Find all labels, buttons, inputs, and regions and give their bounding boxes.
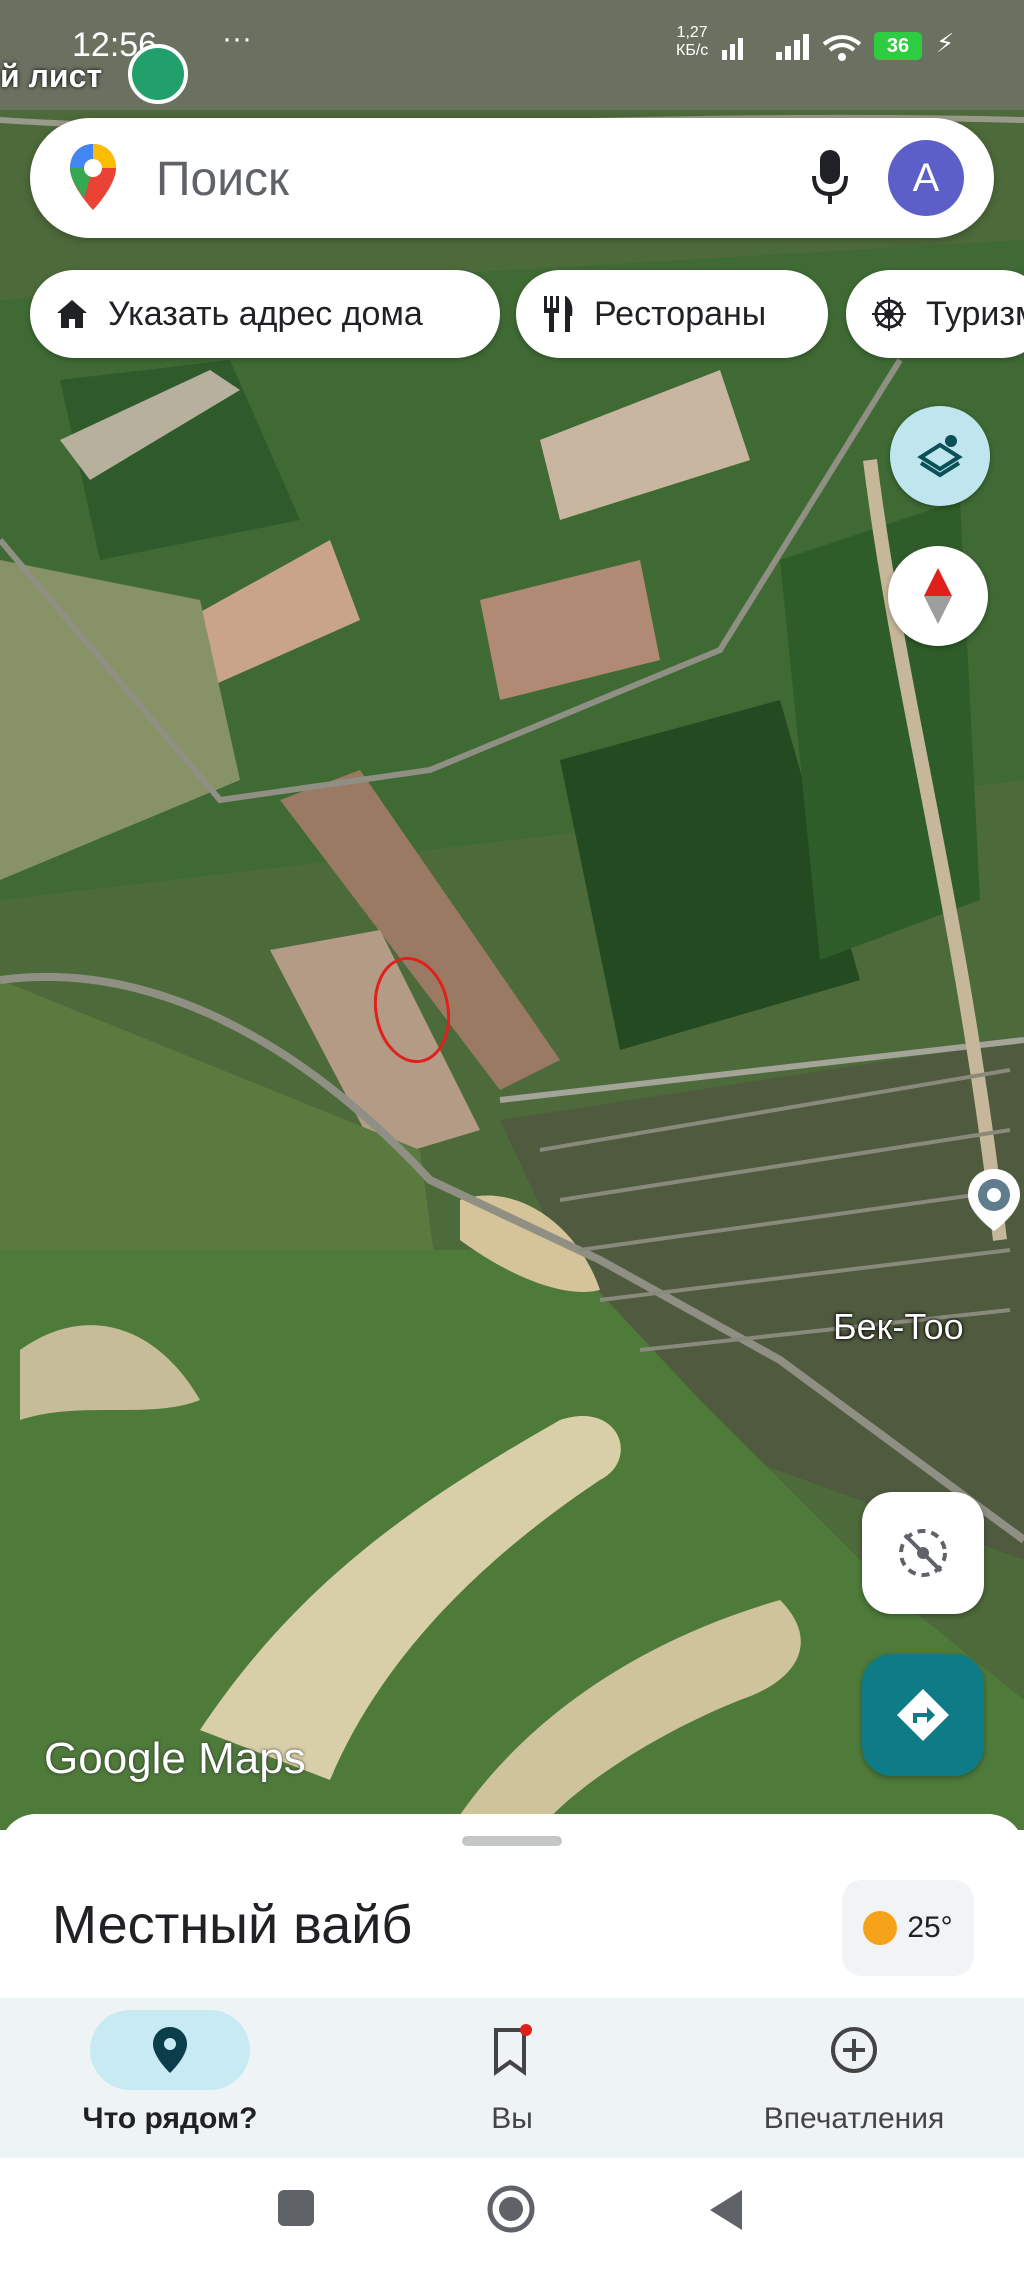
- network-speed-unit: КБ/с: [676, 42, 709, 59]
- nav-tab-you-icon-wrap: [432, 2010, 592, 2090]
- notification-badge: [520, 2024, 532, 2036]
- bottom-navigation: Что рядом? Вы Впечатления: [0, 1998, 1024, 2158]
- add-circle-icon: [831, 2027, 877, 2073]
- nav-tab-experiences[interactable]: Впечатления: [684, 1998, 1024, 2158]
- bookmark-icon: [494, 2024, 532, 2076]
- my-location-icon: [899, 1529, 947, 1577]
- status-notification-dots: ···: [222, 22, 252, 55]
- recent-apps-icon[interactable]: [276, 2188, 316, 2228]
- directions-icon: [897, 1689, 949, 1741]
- wifi-icon: [822, 35, 862, 61]
- sun-icon: [863, 1911, 898, 1945]
- directions-button[interactable]: [862, 1654, 984, 1776]
- place-icon: [153, 2027, 187, 2073]
- place-label[interactable]: Бек-Тоо: [833, 1306, 964, 1348]
- nav-tab-you[interactable]: Вы: [342, 1998, 682, 2158]
- chip-home-address-label: Указать адрес дома: [108, 294, 423, 333]
- chip-restaurants[interactable]: Рестораны: [516, 270, 828, 358]
- compass-button[interactable]: [888, 546, 988, 646]
- chip-tourism-label: Туризм: [926, 294, 1024, 333]
- home-icon: [57, 300, 87, 328]
- microphone-icon[interactable]: [810, 148, 850, 208]
- nav-active-indicator: [90, 2010, 250, 2090]
- layers-icon: [917, 435, 963, 478]
- temperature: 25°: [907, 1911, 953, 1944]
- google-maps-watermark: Google Maps: [44, 1734, 306, 1783]
- nav-tab-experiences-label: Впечатления: [763, 2102, 945, 2135]
- search-bar[interactable]: Поиск A: [30, 118, 994, 238]
- home-button-icon[interactable]: [486, 2184, 536, 2234]
- chip-restaurants-label: Рестораны: [594, 294, 767, 333]
- system-navigation-bar: [0, 2158, 1024, 2276]
- chip-tourism[interactable]: Туризм: [846, 270, 1024, 358]
- sheet-title: Местный вайб: [52, 1895, 413, 1955]
- chip-home-address[interactable]: Указать адрес дома: [30, 270, 500, 358]
- app-overlay-icon[interactable]: [128, 44, 188, 104]
- layers-button[interactable]: [890, 406, 990, 506]
- bottom-sheet[interactable]: Местный вайб 25°: [0, 1814, 1024, 2024]
- my-location-button[interactable]: [862, 1492, 984, 1614]
- battery-indicator: 36: [874, 32, 922, 60]
- signal-1-icon: [722, 38, 743, 60]
- network-speed-value: 1,27: [676, 24, 708, 41]
- compass-icon: [924, 568, 952, 624]
- search-input[interactable]: Поиск: [156, 152, 289, 207]
- nav-tab-experiences-icon-wrap: [774, 2010, 934, 2090]
- restaurant-icon: [544, 296, 573, 332]
- app-overlay-label: й лист: [0, 58, 103, 94]
- nav-tab-you-label: Вы: [491, 2102, 533, 2135]
- nav-tab-nearby[interactable]: Что рядом?: [0, 1998, 340, 2158]
- network-speed: 1,27 КБ/с: [676, 24, 708, 60]
- nav-tab-nearby-label: Что рядом?: [82, 2102, 258, 2135]
- location-pin-icon: [968, 1169, 1020, 1231]
- attraction-icon: [872, 297, 906, 331]
- place-marker[interactable]: [962, 1168, 1024, 1232]
- back-icon[interactable]: [706, 2188, 746, 2232]
- signal-2-icon: [776, 34, 809, 60]
- sheet-drag-handle[interactable]: [462, 1836, 562, 1846]
- weather-chip[interactable]: 25°: [842, 1880, 974, 1976]
- account-avatar[interactable]: A: [888, 140, 964, 216]
- charging-icon: ⚡: [936, 28, 955, 58]
- google-maps-logo-icon: [70, 144, 116, 210]
